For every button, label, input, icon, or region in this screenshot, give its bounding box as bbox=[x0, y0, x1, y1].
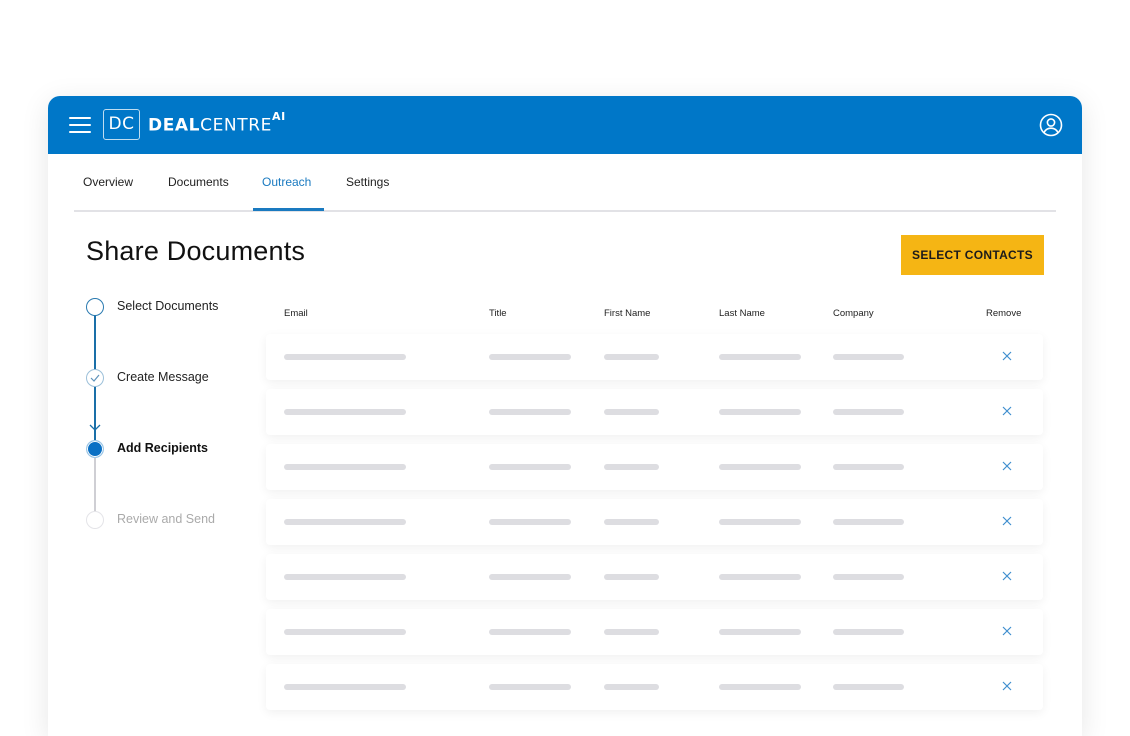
column-header-email: Email bbox=[284, 308, 308, 319]
brand-sup: AI bbox=[272, 110, 286, 123]
placeholder-first-name bbox=[604, 464, 659, 470]
step-check-icon bbox=[86, 369, 104, 387]
placeholder-title bbox=[489, 629, 571, 635]
table-row bbox=[266, 334, 1043, 380]
placeholder-company bbox=[833, 464, 904, 470]
placeholder-company bbox=[833, 409, 904, 415]
table-row bbox=[266, 609, 1043, 655]
placeholder-company bbox=[833, 354, 904, 360]
active-tab-indicator bbox=[253, 208, 324, 211]
step-circle-icon bbox=[86, 511, 104, 529]
table-row bbox=[266, 554, 1043, 600]
brand-bold: DEAL bbox=[148, 115, 201, 136]
column-header-first-name: First Name bbox=[604, 308, 651, 319]
placeholder-email bbox=[284, 519, 406, 525]
placeholder-company bbox=[833, 629, 904, 635]
step-label: Select Documents bbox=[117, 299, 219, 313]
placeholder-last-name bbox=[719, 629, 801, 635]
placeholder-last-name bbox=[719, 574, 801, 580]
placeholder-first-name bbox=[604, 519, 659, 525]
tab-documents[interactable]: Documents bbox=[168, 175, 229, 189]
column-header-company: Company bbox=[833, 308, 874, 319]
placeholder-company bbox=[833, 574, 904, 580]
remove-row-close-x-icon[interactable] bbox=[999, 348, 1015, 364]
placeholder-title bbox=[489, 519, 571, 525]
remove-row-close-x-icon[interactable] bbox=[999, 458, 1015, 474]
column-header-remove: Remove bbox=[986, 308, 1022, 319]
tab-outreach[interactable]: Outreach bbox=[262, 175, 311, 189]
step-label: Create Message bbox=[117, 370, 209, 384]
placeholder-email bbox=[284, 629, 406, 635]
table-row bbox=[266, 664, 1043, 710]
select-contacts-button[interactable]: SELECT CONTACTS bbox=[901, 235, 1044, 275]
step-label: Review and Send bbox=[117, 512, 215, 526]
app-window: DC DEALCENTREAI Overview Documents Outre… bbox=[48, 96, 1082, 736]
hamburger-menu-icon[interactable] bbox=[69, 117, 91, 133]
column-header-last-name: Last Name bbox=[719, 308, 765, 319]
tab-bar: Overview Documents Outreach Settings bbox=[74, 154, 1056, 212]
placeholder-email bbox=[284, 684, 406, 690]
chevron-down-icon bbox=[89, 424, 101, 431]
placeholder-title bbox=[489, 684, 571, 690]
placeholder-email bbox=[284, 354, 406, 360]
table-row bbox=[266, 499, 1043, 545]
remove-row-close-x-icon[interactable] bbox=[999, 568, 1015, 584]
placeholder-company bbox=[833, 519, 904, 525]
placeholder-last-name bbox=[719, 519, 801, 525]
placeholder-first-name bbox=[604, 354, 659, 360]
remove-row-close-x-icon[interactable] bbox=[999, 678, 1015, 694]
placeholder-first-name bbox=[604, 629, 659, 635]
top-navigation-bar: DC DEALCENTREAI bbox=[48, 96, 1082, 154]
brand-name: DEALCENTREAI bbox=[148, 110, 286, 136]
placeholder-last-name bbox=[719, 409, 801, 415]
column-header-title: Title bbox=[489, 308, 507, 319]
page-title: Share Documents bbox=[86, 236, 306, 266]
placeholder-email bbox=[284, 409, 406, 415]
tab-settings[interactable]: Settings bbox=[346, 175, 389, 189]
placeholder-title bbox=[489, 409, 571, 415]
remove-row-close-x-icon[interactable] bbox=[999, 513, 1015, 529]
step-current-icon bbox=[86, 440, 104, 458]
placeholder-company bbox=[833, 684, 904, 690]
step-label: Add Recipients bbox=[117, 441, 208, 455]
brand-light: CENTRE bbox=[200, 115, 272, 136]
table-row bbox=[266, 389, 1043, 435]
user-account-icon[interactable] bbox=[1039, 113, 1063, 137]
placeholder-last-name bbox=[719, 464, 801, 470]
table-row bbox=[266, 444, 1043, 490]
tab-overview[interactable]: Overview bbox=[83, 175, 133, 189]
placeholder-email bbox=[284, 464, 406, 470]
progress-stepper: Select Documents Create Message Add Reci… bbox=[86, 298, 266, 538]
remove-row-close-x-icon[interactable] bbox=[999, 403, 1015, 419]
placeholder-last-name bbox=[719, 684, 801, 690]
placeholder-title bbox=[489, 354, 571, 360]
placeholder-email bbox=[284, 574, 406, 580]
placeholder-first-name bbox=[604, 684, 659, 690]
logo-mark: DC bbox=[103, 109, 140, 140]
placeholder-title bbox=[489, 464, 571, 470]
remove-row-close-x-icon[interactable] bbox=[999, 623, 1015, 639]
placeholder-first-name bbox=[604, 574, 659, 580]
placeholder-first-name bbox=[604, 409, 659, 415]
step-circle-icon bbox=[86, 298, 104, 316]
placeholder-last-name bbox=[719, 354, 801, 360]
placeholder-title bbox=[489, 574, 571, 580]
